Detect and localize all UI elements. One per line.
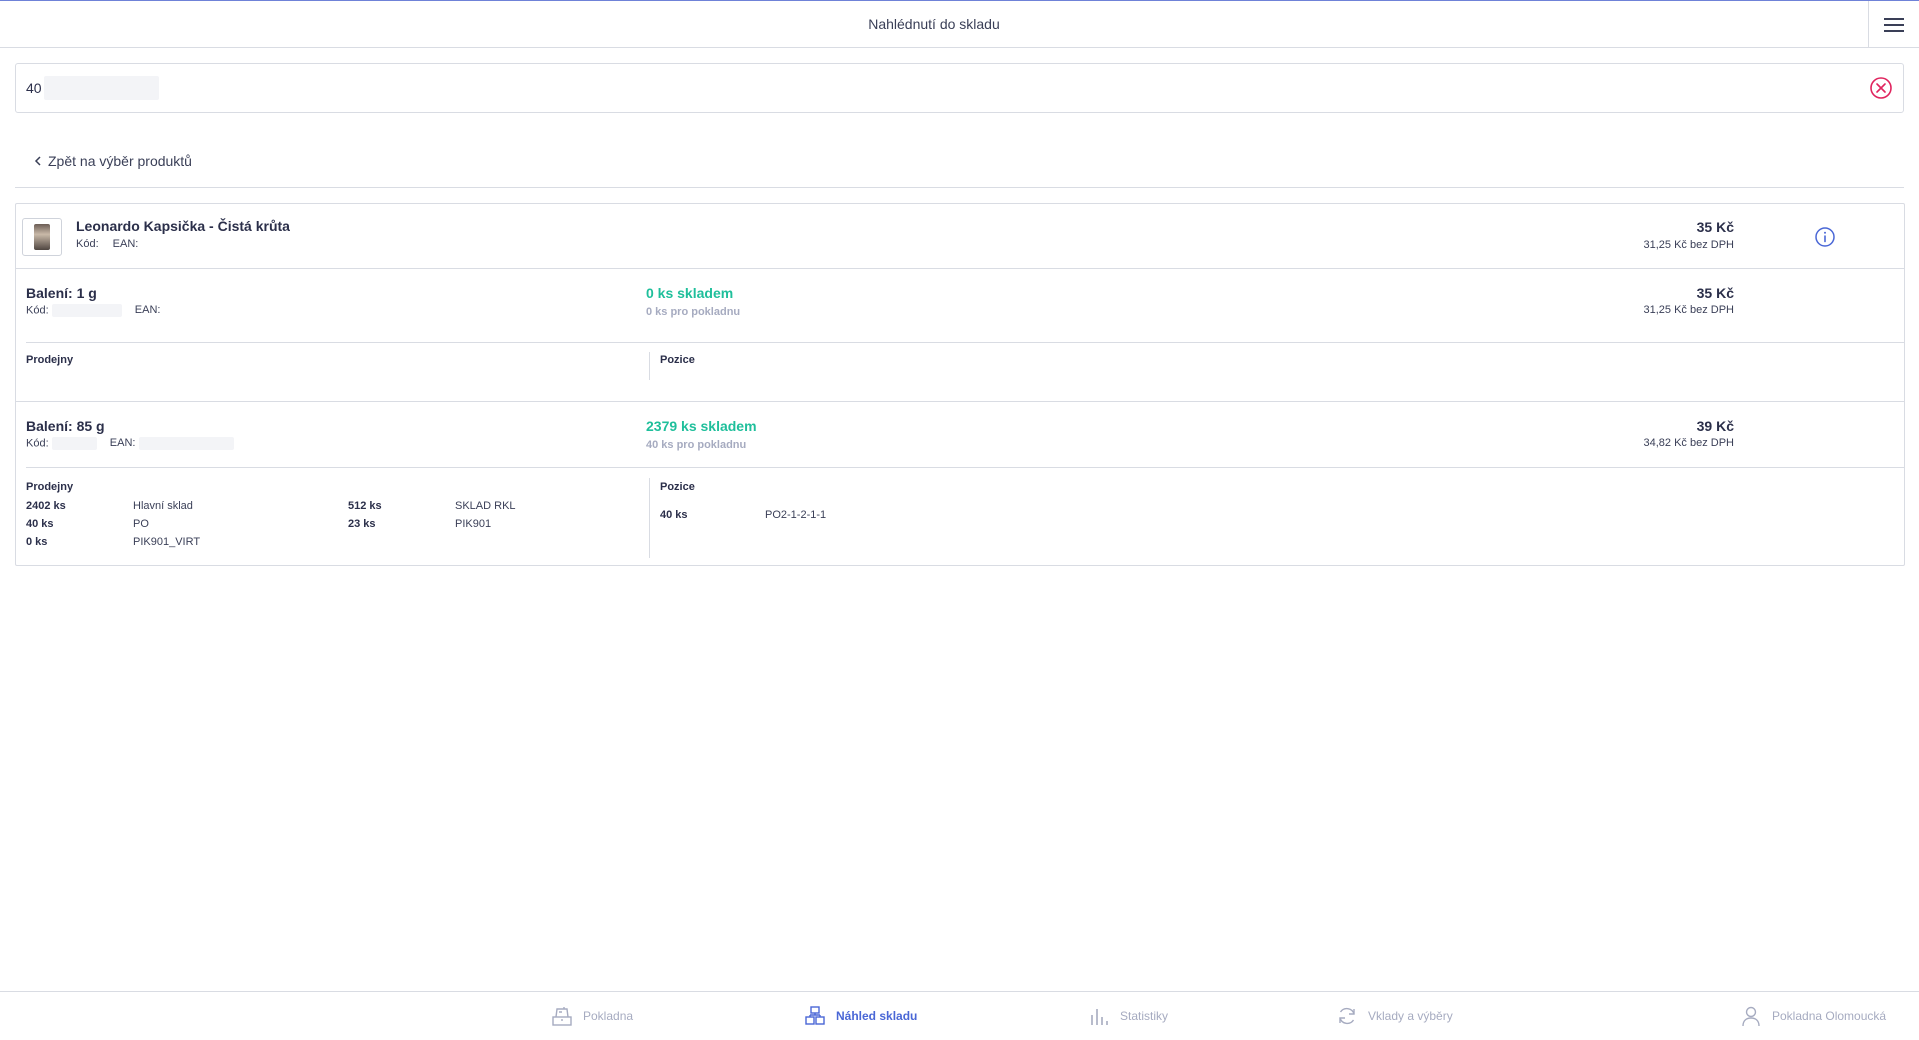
store-name: PO (133, 518, 149, 530)
back-link-label: Zpět na výběr produktů (48, 153, 192, 169)
store-name: PIK901_VIRT (133, 536, 201, 548)
nav-label: Statistiky (1120, 1009, 1169, 1023)
positions-label: Pozice (660, 354, 695, 366)
stores-label: Prodejny (26, 354, 74, 366)
package-price: 39 Kč (1696, 418, 1734, 434)
product-meta: Kód: EAN: (76, 238, 152, 250)
redacted-search-text (44, 76, 159, 100)
store-qty: 40 ks (26, 518, 54, 530)
column-divider (649, 478, 650, 558)
column-divider (649, 352, 650, 380)
user-icon (1742, 1006, 1760, 1027)
product-ean-label: EAN: (112, 238, 139, 250)
bottom-nav: Pokladna Náhled skladu Statistiky Vklady… (0, 991, 1919, 1040)
divider (26, 467, 1904, 468)
package-ean-label: EAN: (134, 304, 161, 317)
product-thumbnail (22, 218, 62, 256)
divider (15, 187, 1904, 188)
divider (26, 342, 1904, 343)
package-meta: Kód: EAN: (26, 304, 160, 317)
store-name: PIK901 (455, 518, 492, 530)
bar-chart-icon (1091, 1009, 1108, 1025)
package-price-net: 31,25 Kč bez DPH (1643, 304, 1735, 316)
nav-label: Náhled skladu (836, 1009, 918, 1023)
product-price: 35 Kč (1696, 219, 1734, 235)
cash-register-icon (552, 1007, 572, 1026)
divider (16, 401, 1904, 402)
stock-count: 2379 ks skladem (646, 418, 757, 434)
position-name: PO2-1-2-1-1 (765, 509, 827, 521)
nav-item-vklady-a-vybery[interactable]: Vklady a výběry (1336, 992, 1453, 1040)
nav-item-pokladna[interactable]: Pokladna (551, 992, 633, 1040)
nav-label: Pokladna Olomoucká (1772, 1009, 1887, 1023)
nav-label: Vklady a výběry (1368, 1009, 1453, 1023)
search-input[interactable] (26, 72, 1826, 104)
store-name: SKLAD RKL (455, 500, 516, 512)
position-qty: 40 ks (660, 509, 688, 521)
product-name: Leonardo Kapsička - Čistá krůta (76, 218, 290, 234)
nav-item-user[interactable]: Pokladna Olomoucká (1740, 992, 1886, 1040)
package-code-label: Kód: (26, 304, 49, 317)
package-title: Balení: 1 g (26, 285, 97, 301)
positions-label: Pozice (660, 481, 695, 493)
product-card: Leonardo Kapsička - Čistá krůta Kód: EAN:… (15, 203, 1905, 566)
hamburger-icon (1884, 16, 1904, 34)
search-box (15, 63, 1904, 113)
package-ean-label: EAN: (109, 437, 136, 450)
stores-label: Prodejny (26, 481, 74, 493)
redacted-code (51, 437, 97, 450)
redacted-ean (138, 437, 234, 450)
nav-item-nahled-skladu[interactable]: Náhled skladu (804, 992, 917, 1040)
warehouse-boxes-icon (805, 1006, 825, 1025)
stock-pos-count: 0 ks pro pokladnu (646, 306, 741, 318)
stock-count: 0 ks skladem (646, 285, 734, 301)
product-price-net: 31,25 Kč bez DPH (1643, 239, 1735, 251)
info-icon[interactable] (1814, 226, 1836, 248)
menu-button[interactable] (1868, 1, 1919, 48)
package-meta: Kód: EAN: (26, 437, 234, 450)
redacted-code (51, 304, 122, 317)
nav-label: Pokladna (583, 1009, 634, 1023)
package-price-net: 34,82 Kč bez DPH (1643, 437, 1735, 449)
store-name: Hlavní sklad (133, 500, 193, 512)
refresh-icon (1339, 1007, 1355, 1025)
back-to-products-link[interactable]: Zpět na výběr produktů (34, 153, 192, 169)
product-code-label: Kód: (76, 238, 99, 250)
store-qty: 2402 ks (26, 500, 66, 512)
top-bar: Nahlédnutí do skladu (0, 0, 1919, 48)
store-qty: 23 ks (348, 518, 376, 530)
package-title: Balení: 85 g (26, 418, 105, 434)
product-header: Leonardo Kapsička - Čistá krůta Kód: EAN:… (16, 204, 1904, 269)
package-price: 35 Kč (1696, 285, 1734, 301)
clear-search-icon[interactable] (1869, 76, 1893, 100)
store-qty: 512 ks (348, 500, 382, 512)
stock-pos-count: 40 ks pro pokladnu (646, 439, 747, 451)
package-code-label: Kód: (26, 437, 49, 450)
page-title: Nahlédnutí do skladu (868, 16, 1000, 32)
nav-item-statistiky[interactable]: Statistiky (1088, 992, 1168, 1040)
chevron-left-icon (34, 156, 41, 166)
store-qty: 0 ks (26, 536, 48, 548)
